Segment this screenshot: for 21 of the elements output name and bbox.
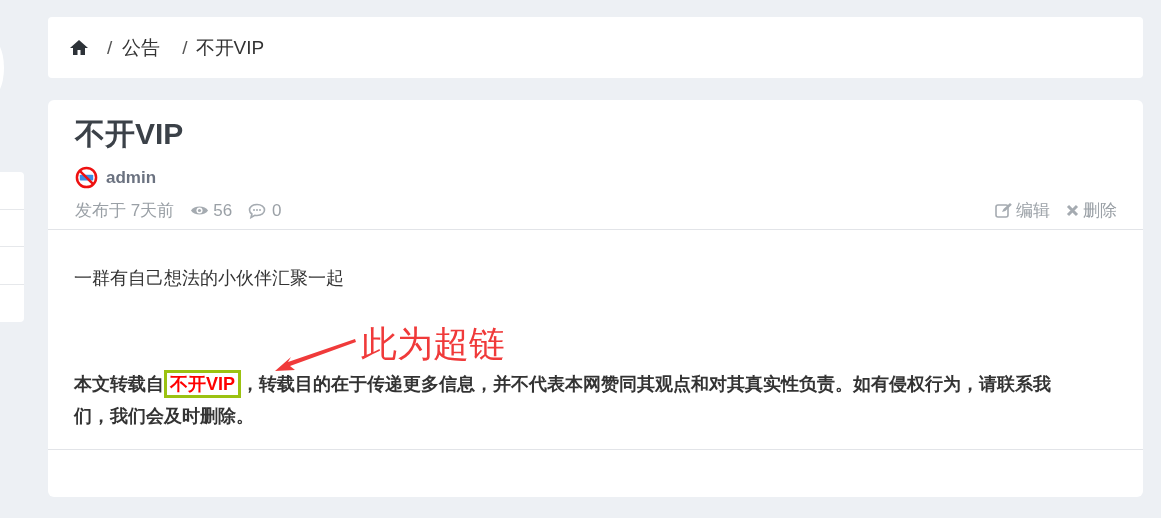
- breadcrumb-item: 不开VIP: [195, 35, 265, 60]
- breadcrumb-separator: /: [107, 36, 113, 59]
- copyright-notice: 本文转载自 不开VIP ，转载目的在于传递更多信息，并不代表本网赞同其观点和对其真实性负责。如有侵权行为，请联系我们，我们会及时删除。: [74, 368, 1077, 432]
- author-name[interactable]: admin: [106, 167, 157, 188]
- comment-icon: [248, 202, 267, 219]
- breadcrumb-separator: /: [182, 36, 188, 59]
- view-count: 56: [213, 200, 233, 221]
- article-text: 一群有自己想法的小伙伴汇聚一起: [74, 267, 345, 290]
- publish-time: 发布于 7天前: [75, 200, 175, 222]
- delete-button[interactable]: 删除: [1066, 199, 1117, 222]
- home-icon[interactable]: [69, 39, 89, 56]
- edit-button[interactable]: 编辑: [995, 199, 1050, 222]
- breadcrumb-item[interactable]: 公告: [122, 34, 161, 61]
- no-vip-icon: [75, 166, 98, 189]
- article-title: 不开VIP: [75, 116, 185, 152]
- eye-icon: [190, 204, 210, 217]
- annotation-text: 此为超链: [361, 322, 505, 366]
- edit-icon: [995, 203, 1012, 218]
- comment-count: 0: [272, 200, 282, 221]
- delete-icon: [1066, 204, 1079, 217]
- source-link[interactable]: 不开VIP: [164, 370, 241, 398]
